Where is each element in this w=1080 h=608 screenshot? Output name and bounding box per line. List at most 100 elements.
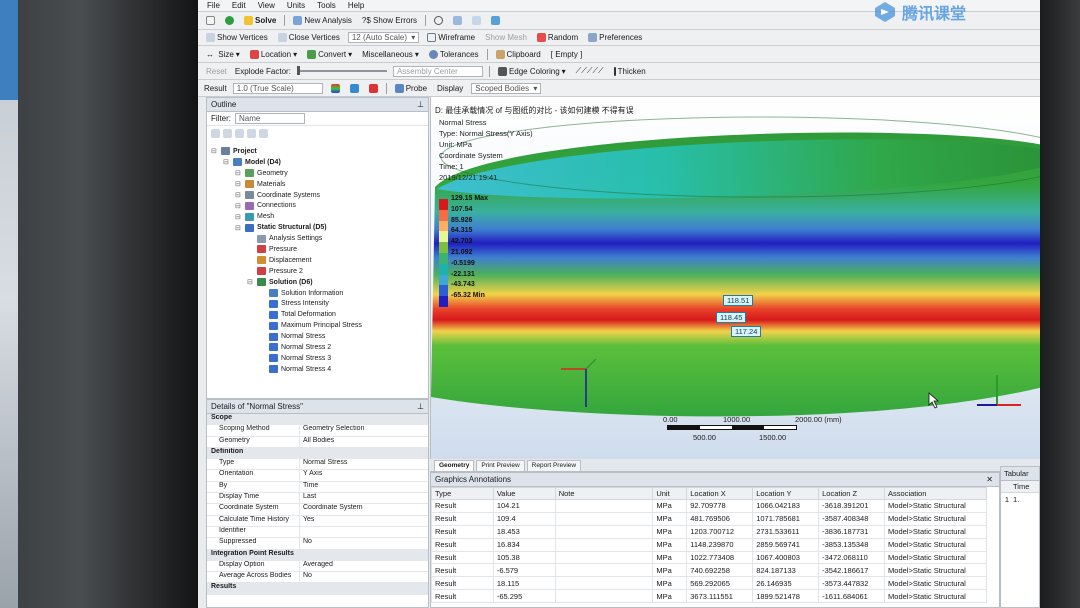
tree-item-analysis-settings[interactable]: Analysis Settings — [207, 233, 427, 244]
column-header-association[interactable]: Association — [884, 487, 987, 500]
show-vertices-toggle[interactable]: Show Vertices — [204, 32, 270, 44]
column-header-location-z[interactable]: Location Z — [818, 487, 886, 500]
tree-item-displacement[interactable]: Displacement — [207, 255, 427, 266]
tree-filter-icon[interactable] — [235, 128, 244, 138]
convert-button[interactable]: Convert ▾ — [305, 48, 354, 60]
zoom-icon[interactable] — [432, 15, 445, 27]
tree-item-connections[interactable]: ⊟ Connections — [207, 200, 427, 211]
check-icon[interactable] — [223, 15, 236, 27]
tab-print-preview[interactable]: Print Preview — [476, 460, 525, 471]
column-header-note[interactable]: Note — [554, 487, 654, 500]
auto-scale-dropdown[interactable]: 12 (Auto Scale) ▾ — [347, 32, 420, 43]
location-button[interactable]: Location ▾ — [248, 48, 299, 60]
tree-item-mesh[interactable]: ⊟ Mesh — [207, 211, 427, 222]
collapse-all-icon[interactable] — [259, 128, 268, 138]
expand-toggle-icon[interactable]: ⊟ — [235, 191, 242, 199]
tolerances-button[interactable]: Tolerances — [427, 48, 481, 60]
expand-toggle-icon[interactable]: ⊟ — [235, 169, 242, 177]
expand-toggle-icon[interactable]: ⊟ — [247, 278, 254, 286]
tree-item-total-deformation[interactable]: Total Deformation — [207, 309, 427, 320]
menu-file[interactable]: File — [204, 1, 223, 10]
details-value[interactable]: Geometry Selection — [300, 425, 428, 435]
expand-icon[interactable] — [247, 128, 256, 138]
thicken-button[interactable]: Thicken — [612, 65, 648, 77]
edges-icon[interactable] — [348, 82, 361, 94]
column-header-value[interactable]: Value — [492, 487, 556, 500]
menu-view[interactable]: View — [255, 1, 278, 10]
solve-button[interactable]: Solve — [242, 15, 278, 27]
tree-item-pressure-2[interactable]: Pressure 2 — [207, 266, 427, 277]
details-value[interactable]: Y Axis — [300, 470, 428, 480]
probe-label[interactable]: 117.24 — [731, 326, 762, 337]
details-row[interactable]: Coordinate System Coordinate System — [207, 504, 428, 516]
table-row[interactable]: Result 109.4 MPa 481.769506 1071.785681 -3587… — [431, 511, 987, 526]
tree-item-stress-intensity[interactable]: Stress Intensity — [207, 298, 427, 309]
close-vertices-toggle[interactable]: Close Vertices — [276, 32, 342, 44]
tree-item-geometry[interactable]: ⊟ Geometry — [207, 168, 427, 179]
tree-item-pressure[interactable]: Pressure — [207, 244, 427, 255]
explode-factor-slider[interactable] — [296, 66, 387, 75]
expand-toggle-icon[interactable]: ⊟ — [235, 213, 242, 221]
tree-item-project[interactable]: ⊟ Project — [207, 146, 427, 157]
tree-item-solution-d6[interactable]: ⊟ Solution (D6) — [207, 277, 427, 288]
contour-icon[interactable] — [329, 82, 342, 94]
tree-item-maximum-principal-stress[interactable]: Maximum Principal Stress — [207, 320, 427, 331]
details-value[interactable]: Averaged — [300, 561, 428, 571]
tree-item-normal-stress-3[interactable]: Normal Stress 3 — [207, 353, 427, 364]
tab-geometry[interactable]: Geometry — [434, 460, 475, 471]
miscellaneous-button[interactable]: Miscellaneous ▾ — [360, 48, 421, 60]
details-section-header[interactable]: Scope — [207, 414, 428, 426]
expand-toggle-icon[interactable]: ⊟ — [211, 147, 218, 155]
menu-units[interactable]: Units — [284, 1, 308, 10]
details-value[interactable]: All Bodies — [300, 437, 428, 447]
preferences-button[interactable]: Preferences — [586, 32, 644, 44]
details-row[interactable]: Average Across Bodies No — [207, 572, 428, 584]
expand-toggle-icon[interactable]: ⊟ — [223, 158, 230, 166]
column-header-unit[interactable]: Unit — [652, 487, 688, 500]
probe-label[interactable]: 118.45 — [716, 312, 747, 323]
details-row[interactable]: Suppressed No — [207, 538, 428, 550]
menu-help[interactable]: Help — [345, 1, 367, 10]
new-analysis-button[interactable]: New Analysis — [291, 15, 354, 27]
expand-all-icon[interactable] — [211, 128, 220, 138]
details-value[interactable] — [300, 527, 428, 537]
annotations-close-icon[interactable]: ✕ — [986, 475, 993, 484]
expand-toggle-icon[interactable]: ⊟ — [235, 180, 242, 188]
column-header-location-y[interactable]: Location Y — [752, 487, 820, 500]
table-row[interactable]: Result -6.579 MPa 740.692258 824.187133 -3542… — [431, 563, 987, 578]
table-row[interactable]: Result 104.21 MPa 92.709778 1066.042183 -3618… — [431, 499, 987, 513]
clipboard-button[interactable]: Clipboard — [494, 48, 543, 60]
fit-icon[interactable] — [470, 15, 483, 27]
details-value[interactable]: Normal Stress — [300, 459, 428, 469]
details-row[interactable]: Display Option Averaged — [207, 560, 428, 573]
wireframe-toggle[interactable]: Wireframe — [425, 32, 477, 44]
tree-item-materials[interactable]: ⊟ Materials — [207, 179, 427, 190]
view-icon[interactable] — [489, 15, 502, 27]
details-section-header[interactable]: Results — [207, 583, 428, 595]
column-header-type[interactable]: Type — [431, 487, 494, 500]
table-row[interactable]: Result 18.453 MPa 1203.700712 2731.533611 -38… — [431, 524, 987, 539]
menu-tools[interactable]: Tools — [314, 1, 339, 10]
table-row[interactable]: Result -65.295 MPa 3673.111551 1899.521478 -1… — [431, 589, 987, 604]
tree-item-normal-stress-4[interactable]: Normal Stress 4 — [207, 364, 427, 375]
graphics-viewport[interactable]: D: 最佳承载情况 of 与图纸的对比 - 该如何建模 不得有误 Normal … — [430, 97, 1040, 459]
filter-dropdown[interactable]: Name — [235, 113, 305, 124]
tree-item-static-structural-d5[interactable]: ⊟ Static Structural (D5) — [207, 222, 427, 233]
tree-item-coordinate-systems[interactable]: ⊟ Coordinate Systems — [207, 190, 427, 201]
tree-item-model-d4[interactable]: ⊟ Model (D4) — [207, 157, 427, 168]
details-value[interactable]: No — [300, 538, 428, 548]
table-row[interactable]: Result 18.115 MPa 569.292065 26.146935 -3573.… — [431, 576, 987, 591]
tab-report-preview[interactable]: Report Preview — [526, 460, 582, 471]
details-value[interactable]: Coordinate System — [300, 504, 428, 514]
details-value[interactable]: No — [300, 572, 428, 582]
result-scale-dropdown[interactable]: 1.0 (True Scale) — [232, 82, 323, 94]
table-row[interactable]: Result 16.834 MPa 1148.239870 2859.569741 -38… — [431, 537, 987, 552]
edge-coloring-button[interactable]: Edge Coloring ▾ — [496, 65, 568, 77]
details-section-header[interactable]: Integration Point Results — [207, 549, 428, 561]
edge-display-icon[interactable]: ⟋⟋⟋⟋⟋ — [574, 65, 606, 77]
expand-toggle-icon[interactable]: ⊟ — [235, 224, 242, 232]
max-min-icon[interactable] — [367, 82, 380, 94]
table-row[interactable]: Result 105.38 MPa 1022.773408 1067.400803 -34… — [431, 550, 987, 565]
details-row[interactable]: Identifier — [207, 526, 428, 539]
details-row[interactable]: Scoping Method Geometry Selection — [207, 425, 428, 437]
